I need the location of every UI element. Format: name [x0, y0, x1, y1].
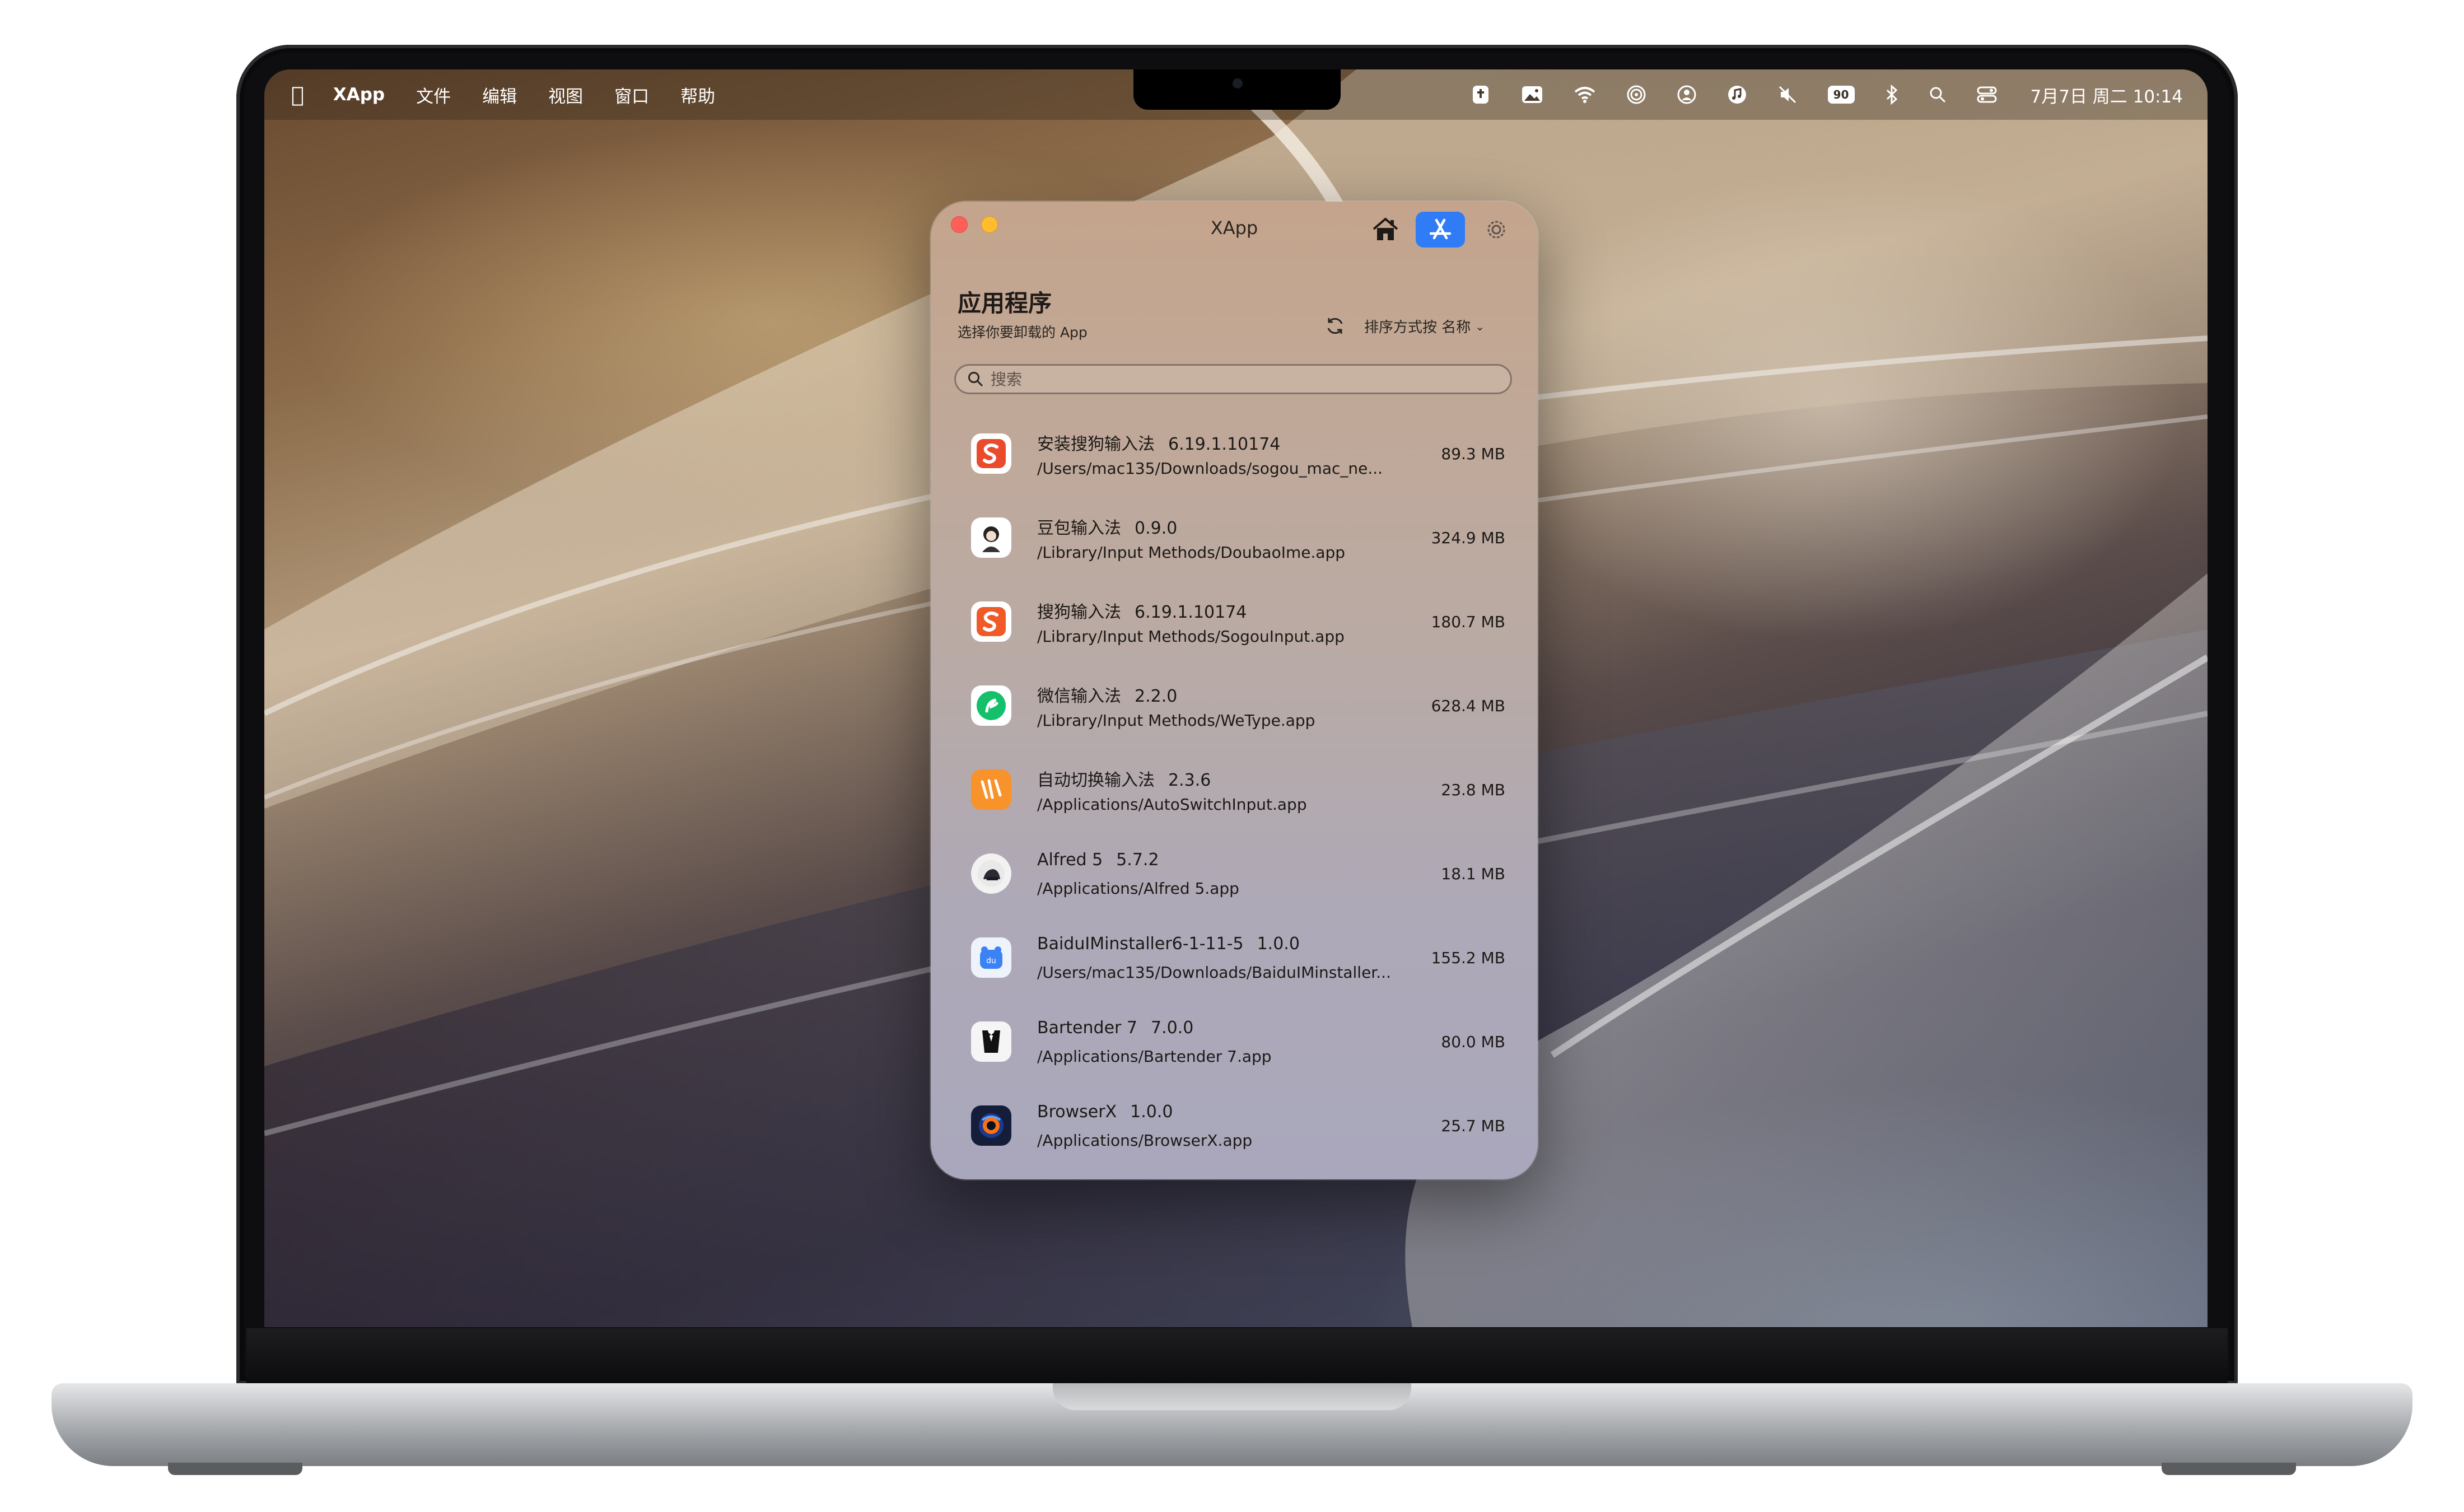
app-size: 324.9 MB [1431, 529, 1505, 547]
app-name: Bartender 7 [1037, 1018, 1137, 1038]
sogou-install-icon [971, 433, 1011, 474]
photos-status-icon[interactable] [1521, 85, 1543, 104]
app-version: 5.7.2 [1116, 850, 1159, 870]
control-center-icon[interactable] [1977, 86, 1997, 104]
app-version: 2.3.6 [1168, 771, 1211, 790]
app-size: 80.0 MB [1441, 1033, 1505, 1051]
user-account-icon[interactable] [1677, 85, 1697, 105]
menu-window[interactable]: 窗口 [614, 82, 649, 108]
app-size: 155.2 MB [1431, 949, 1505, 967]
app-name: 微信输入法 [1037, 687, 1121, 706]
bartender-icon [971, 1021, 1011, 1062]
laptop-foot-right [2162, 1463, 2296, 1475]
home-tab-button[interactable] [1361, 212, 1410, 248]
app-name: 搜狗输入法 [1037, 603, 1121, 622]
bluetooth-icon[interactable] [1885, 85, 1898, 105]
menu-clock[interactable]: 7月7日 周二 10:14 [2031, 82, 2183, 108]
svg-text:du: du [986, 956, 996, 965]
app-row[interactable]: 安装搜狗输入法 6.19.1.10174 /Users/mac135/Downlo… [942, 416, 1527, 500]
app-version: 7.0.0 [1151, 1018, 1194, 1038]
sort-label: 排序方式按 名称 [1364, 319, 1471, 336]
applications-tab-button[interactable] [1416, 212, 1465, 248]
app-name: 安装搜狗输入法 [1037, 435, 1155, 454]
search-bar[interactable] [954, 364, 1512, 394]
app-row[interactable]: BrowserX 1.0.0 /Applications/BrowserX.app… [942, 1088, 1527, 1172]
app-status-icon[interactable] [1471, 85, 1491, 105]
app-size: 18.1 MB [1441, 865, 1505, 883]
wifi-icon[interactable] [1574, 86, 1596, 103]
app-name: Alfred 5 [1037, 850, 1103, 870]
app-version: 1.0.0 [1257, 934, 1300, 954]
wetype-icon [971, 685, 1011, 726]
menu-app-name[interactable]: XApp [333, 85, 385, 105]
chevron-down-icon: ⌄ [1475, 319, 1485, 333]
settings-tab-button[interactable] [1472, 212, 1521, 248]
search-icon [968, 372, 983, 387]
app-store-icon [1429, 218, 1452, 240]
app-row[interactable]: Bartender 7 7.0.0 /Applications/Bartender… [942, 1004, 1527, 1088]
app-row[interactable]: 微信输入法 2.2.0 /Library/Input Methods/WeType… [942, 668, 1527, 752]
desktop-screen:  XApp 文件 编辑 视图 窗口 帮助 [264, 69, 2208, 1327]
app-path: /Library/Input Methods/DoubaoIme.app [1037, 543, 1346, 562]
alfred-icon [971, 853, 1011, 894]
gear-icon [1487, 221, 1505, 239]
camera-icon [1233, 78, 1243, 88]
music-status-icon[interactable] [1727, 85, 1747, 105]
app-path: /Users/mac135/Downloads/sogou_mac_ne... [1037, 459, 1383, 478]
camera-notch [1133, 69, 1341, 110]
app-path: /Applications/BrowserX.app [1037, 1131, 1253, 1150]
app-row[interactable]: du BaiduIMinstaller6-1-11-5 1.0.0 /Users/… [942, 920, 1527, 1004]
app-size: 89.3 MB [1441, 445, 1505, 463]
app-version: 6.19.1.10174 [1168, 435, 1281, 454]
apple-menu-icon[interactable]:  [291, 82, 304, 107]
autoswitch-icon [971, 769, 1011, 810]
laptop-chin [246, 1328, 2228, 1383]
search-input[interactable] [990, 369, 1496, 389]
sort-dropdown[interactable]: 排序方式按 名称 ⌄ [1364, 316, 1485, 337]
app-version: 6.19.1.10174 [1135, 603, 1247, 622]
section-subtitle: 选择你要卸载的 App [958, 324, 1088, 340]
app-path: /Users/mac135/Downloads/BaiduIMinstaller… [1037, 963, 1391, 982]
app-row[interactable]: 豆包输入法 0.9.0 /Library/Input Methods/Doubao… [942, 500, 1527, 584]
app-row[interactable]: Alfred 5 5.7.2 /Applications/Alfred 5.app… [942, 836, 1527, 920]
app-name: 自动切换输入法 [1037, 771, 1155, 790]
baidu-ime-icon: du [971, 937, 1011, 978]
app-row[interactable]: 搜狗输入法 6.19.1.10174 /Library/Input Methods… [942, 584, 1527, 668]
app-path: /Library/Input Methods/WeType.app [1037, 711, 1315, 730]
app-path: /Applications/Alfred 5.app [1037, 879, 1239, 898]
home-icon [1373, 218, 1398, 240]
app-version: 1.0.0 [1130, 1102, 1173, 1122]
app-name: BrowserX [1037, 1102, 1117, 1122]
app-version: 2.2.0 [1135, 687, 1178, 706]
app-name: 豆包输入法 [1037, 519, 1121, 538]
airdrop-icon[interactable] [1626, 85, 1646, 105]
app-version: 0.9.0 [1135, 519, 1178, 538]
app-size: 628.4 MB [1431, 697, 1505, 715]
doubao-icon [971, 517, 1011, 558]
refresh-icon [1327, 318, 1343, 334]
app-size: 25.7 MB [1441, 1117, 1505, 1135]
menu-edit[interactable]: 编辑 [482, 82, 517, 108]
laptop-opening-notch [1053, 1383, 1411, 1410]
menu-file[interactable]: 文件 [416, 82, 451, 108]
app-size: 180.7 MB [1431, 613, 1505, 631]
app-row[interactable]: 自动切换输入法 2.3.6 /Applications/AutoSwitchInp… [942, 752, 1527, 836]
app-path: /Applications/AutoSwitchInput.app [1037, 795, 1307, 814]
app-name: BaiduIMinstaller6-1-11-5 [1037, 934, 1244, 954]
section-title: 应用程序 [958, 290, 1052, 317]
menu-help[interactable]: 帮助 [680, 82, 715, 108]
refresh-button[interactable] [1323, 314, 1347, 338]
app-path: /Applications/Bartender 7.app [1037, 1047, 1272, 1066]
app-size: 23.8 MB [1441, 781, 1505, 799]
sogou-icon [971, 601, 1011, 642]
volume-muted-icon[interactable] [1777, 85, 1798, 105]
xapp-window: XApp 应用程序 选择你要卸载的 App 排序方式按 名称 ⌄ 搜索 安装搜狗… [931, 202, 1538, 1179]
browserx-icon [971, 1105, 1011, 1146]
laptop-foot-left [168, 1463, 302, 1475]
menu-view[interactable]: 视图 [548, 82, 583, 108]
battery-icon[interactable]: 90 [1827, 86, 1855, 104]
app-path: /Library/Input Methods/SogouInput.app [1037, 627, 1345, 646]
battery-level: 90 [1827, 86, 1855, 104]
spotlight-search-icon[interactable] [1929, 86, 1947, 104]
